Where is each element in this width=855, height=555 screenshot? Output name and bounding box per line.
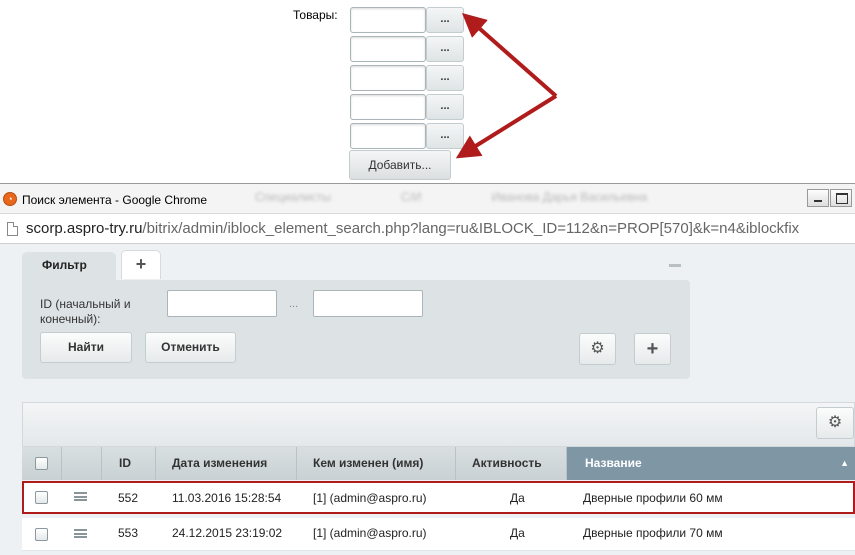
cell-name[interactable]: Дверные профили 60 мм: [583, 483, 723, 512]
column-header-modified-by[interactable]: Кем изменен (имя): [297, 447, 456, 480]
cell-modified-by: [1] (admin@aspro.ru): [313, 526, 427, 540]
add-filter-field-button[interactable]: +: [634, 333, 671, 365]
cell-date: 11.03.2016 15:28:54: [172, 491, 282, 505]
filter-settings-button[interactable]: ⚙: [579, 333, 616, 365]
grid-header: ID Дата изменения Кем изменен (имя) Акти…: [22, 447, 855, 480]
header-actions: [62, 447, 102, 480]
window-content: Фильтр + ID (начальный и конечный): ... …: [0, 183, 855, 555]
screenshot: Товары: ... ... ... ... ... Добавить... …: [0, 0, 855, 555]
menu-icon[interactable]: [74, 529, 87, 538]
column-header-name-label: Название: [585, 456, 642, 470]
tab-filter[interactable]: Фильтр: [22, 252, 116, 281]
column-header-name[interactable]: Название ▲: [567, 447, 855, 480]
cell-id: 552: [118, 491, 139, 505]
cancel-button[interactable]: Отменить: [145, 332, 236, 363]
column-header-date[interactable]: Дата изменения: [156, 447, 297, 480]
column-header-active[interactable]: Активность: [456, 447, 567, 480]
annotation-arrows: [455, 13, 558, 159]
table-row[interactable]: 552 11.03.2016 15:28:54 [1] (admin@aspro…: [22, 481, 855, 514]
add-filter-tab-button[interactable]: +: [121, 250, 161, 279]
id-to-input[interactable]: [313, 290, 423, 317]
plus-icon: +: [646, 338, 659, 360]
column-header-id[interactable]: ID: [102, 447, 156, 480]
annotation-arrow-up: [462, 13, 558, 98]
row-checkbox[interactable]: [35, 528, 48, 541]
menu-icon[interactable]: [74, 492, 87, 501]
header-select-all: [22, 447, 62, 480]
find-button[interactable]: Найти: [40, 332, 132, 363]
collapse-filter-button[interactable]: [669, 264, 681, 267]
cell-id: 553: [118, 526, 139, 540]
id-from-input[interactable]: [167, 290, 277, 317]
cell-active: Да: [510, 491, 525, 505]
cell-modified-by: [1] (admin@aspro.ru): [313, 491, 427, 505]
range-separator: ...: [289, 298, 299, 310]
annotation-arrow-down: [455, 94, 558, 159]
gear-icon: ⚙: [827, 414, 843, 431]
cell-date: 24.12.2015 23:19:02: [172, 526, 283, 540]
cell-name[interactable]: Дверные профили 70 мм: [583, 518, 723, 550]
grid-settings-button[interactable]: ⚙: [816, 407, 854, 439]
cell-active: Да: [510, 526, 525, 540]
select-all-checkbox[interactable]: [35, 457, 48, 470]
table-row[interactable]: 553 24.12.2015 23:19:02 [1] (admin@aspro…: [22, 518, 855, 551]
row-checkbox[interactable]: [35, 491, 48, 504]
id-range-label: ID (начальный и конечный):: [40, 297, 131, 326]
plus-icon: +: [135, 254, 147, 274]
grid-toolbar: [22, 402, 855, 447]
gear-icon: ⚙: [590, 340, 605, 357]
sort-up-icon: ▲: [840, 458, 849, 468]
